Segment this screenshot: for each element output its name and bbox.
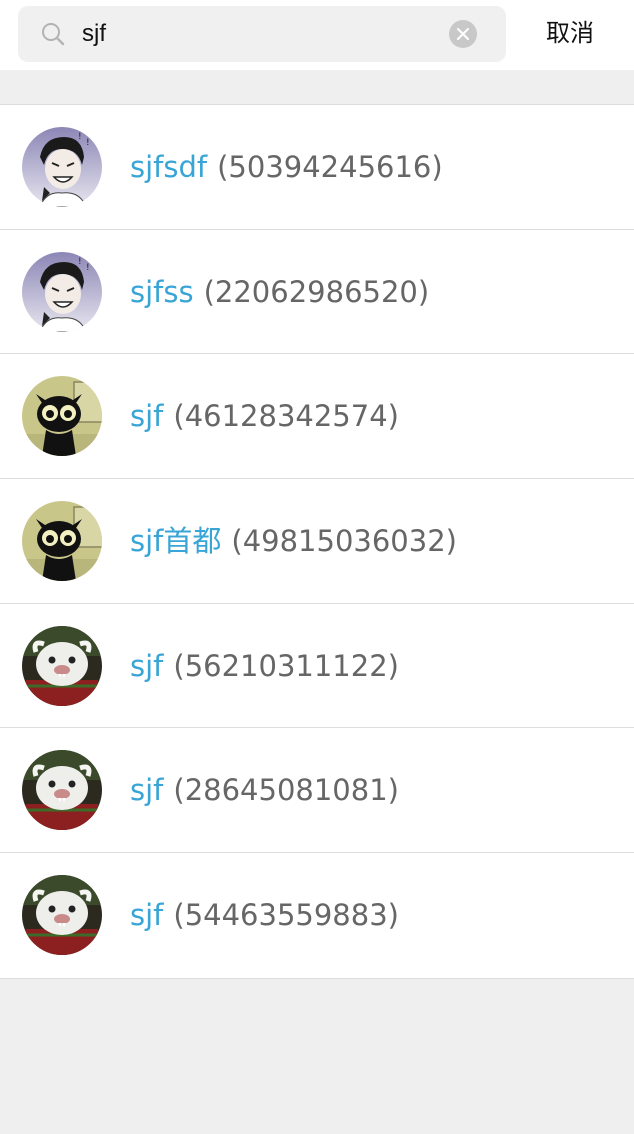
- result-row[interactable]: !! sjfsdf (50394245616): [0, 105, 634, 230]
- result-id: (56210311122): [173, 648, 399, 683]
- result-name: sjf: [130, 399, 164, 434]
- search-header: 取消: [0, 0, 634, 70]
- search-results-list: !! sjfsdf (50394245616)!! sjfss (22062986520…: [0, 104, 634, 979]
- result-label: sjfss (22062986520): [130, 270, 429, 314]
- avatar: [22, 875, 102, 956]
- result-name: sjfss: [130, 274, 194, 309]
- result-row[interactable]: sjf (28645081081): [0, 728, 634, 854]
- result-row[interactable]: sjf首都 (49815036032): [0, 479, 634, 604]
- avatar: [22, 750, 102, 831]
- svg-text:!: !: [86, 138, 90, 148]
- result-name: sjf首都: [130, 524, 222, 559]
- result-name: sjf: [130, 773, 164, 808]
- search-box[interactable]: [18, 6, 506, 62]
- search-input[interactable]: [82, 10, 422, 58]
- result-row[interactable]: sjf (56210311122): [0, 604, 634, 729]
- svg-text:!: !: [86, 263, 90, 273]
- result-id: (46128342574): [173, 399, 399, 434]
- clear-button[interactable]: [449, 20, 477, 48]
- avatar: !!: [22, 127, 102, 207]
- result-row[interactable]: !! sjfss (22062986520): [0, 230, 634, 355]
- svg-text:!: !: [78, 257, 82, 267]
- result-row[interactable]: sjf (46128342574): [0, 354, 634, 480]
- svg-text:!: !: [78, 132, 82, 142]
- result-id: (49815036032): [231, 524, 457, 559]
- result-name: sjf: [130, 648, 164, 683]
- result-id: (22062986520): [203, 274, 430, 309]
- result-label: sjf (56210311122): [130, 644, 399, 688]
- result-label: sjf (28645081081): [130, 768, 399, 812]
- result-id: (54463559883): [173, 898, 399, 933]
- result-label: sjf (46128342574): [130, 394, 399, 438]
- result-label: sjf (54463559883): [130, 893, 399, 937]
- result-name: sjf: [130, 898, 164, 933]
- result-label: sjf首都 (49815036032): [130, 519, 457, 563]
- clear-icon: [457, 28, 469, 40]
- search-icon: [42, 23, 65, 46]
- result-id: (50394245616): [217, 150, 443, 184]
- cancel-button[interactable]: 取消: [530, 10, 610, 58]
- avatar: !!: [22, 251, 102, 332]
- avatar: [22, 501, 102, 582]
- result-row[interactable]: sjf (54463559883): [0, 853, 634, 978]
- result-id: (28645081081): [173, 773, 399, 808]
- result-name: sjfsdf: [130, 150, 208, 184]
- avatar: [22, 625, 102, 706]
- result-label: sjfsdf (50394245616): [130, 145, 443, 189]
- avatar: [22, 376, 102, 457]
